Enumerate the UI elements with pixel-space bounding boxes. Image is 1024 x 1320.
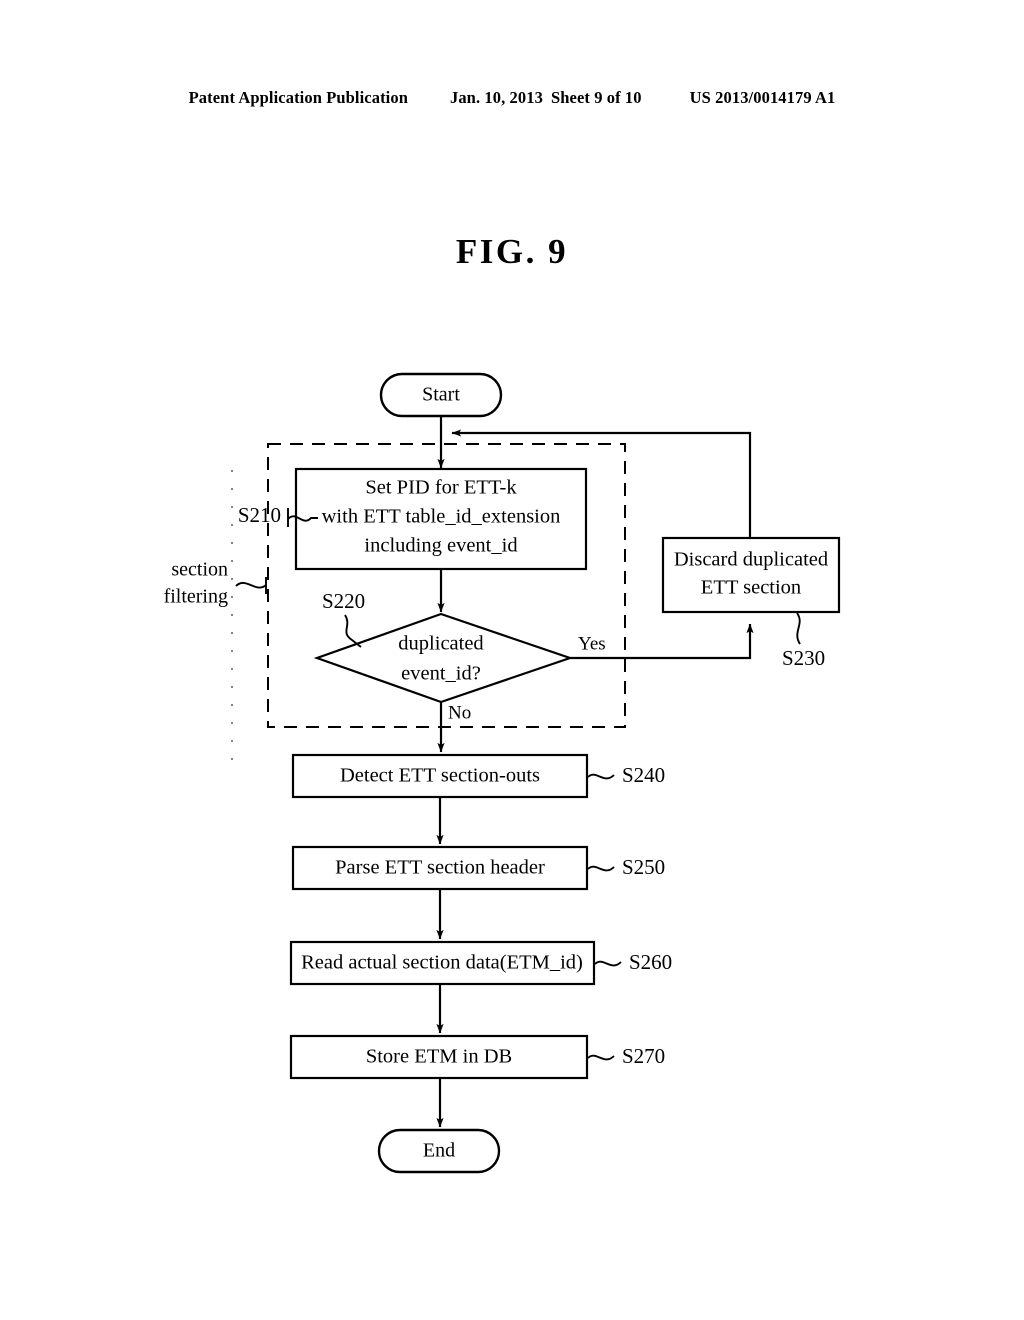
ref-label-s210: S210 <box>238 503 281 527</box>
ref-label-s260: S260 <box>629 950 672 974</box>
node-s230-line-2: ETT section <box>701 577 801 599</box>
node-s270-label: Store ETM in DB <box>366 1046 512 1068</box>
leader-s260 <box>594 960 622 967</box>
leader-s270 <box>587 1054 615 1061</box>
node-s220-diamond <box>313 612 574 704</box>
leader-s230 <box>796 612 801 645</box>
ref-label-s220: S220 <box>322 589 365 613</box>
group-label-line-2: filtering <box>164 586 228 608</box>
node-s210-line-2: with ETT table_id_extension <box>322 506 561 528</box>
node-s210-line-1: Set PID for ETT-k <box>365 477 517 499</box>
node-s210-line-3: including event_id <box>364 535 517 557</box>
flowchart-diagram: Start Set PID for ETT-k with ETT table_i… <box>164 372 841 1174</box>
node-s240-label: Detect ETT section-outs <box>340 765 540 787</box>
group-label-line-1: section <box>171 559 228 581</box>
leader-s250 <box>587 865 615 872</box>
ref-label-s240: S240 <box>622 763 665 787</box>
leader-section-filtering <box>235 581 267 589</box>
node-s260-label: Read actual section data(ETM_id) <box>301 952 583 974</box>
ref-label-s230: S230 <box>782 646 825 670</box>
node-s220-line-2: event_id? <box>401 663 481 685</box>
start-label: Start <box>422 384 460 406</box>
end-label: End <box>423 1140 455 1162</box>
node-s250-label: Parse ETT section header <box>335 857 545 879</box>
branch-label-yes: Yes <box>578 633 606 654</box>
ref-label-s270: S270 <box>622 1044 665 1068</box>
node-s220-line-1: duplicated <box>398 633 483 655</box>
ref-label-s250: S250 <box>622 855 665 879</box>
node-s230-line-1: Discard duplicated <box>674 549 828 571</box>
branch-label-no: No <box>448 702 471 723</box>
leader-s240 <box>587 773 615 780</box>
